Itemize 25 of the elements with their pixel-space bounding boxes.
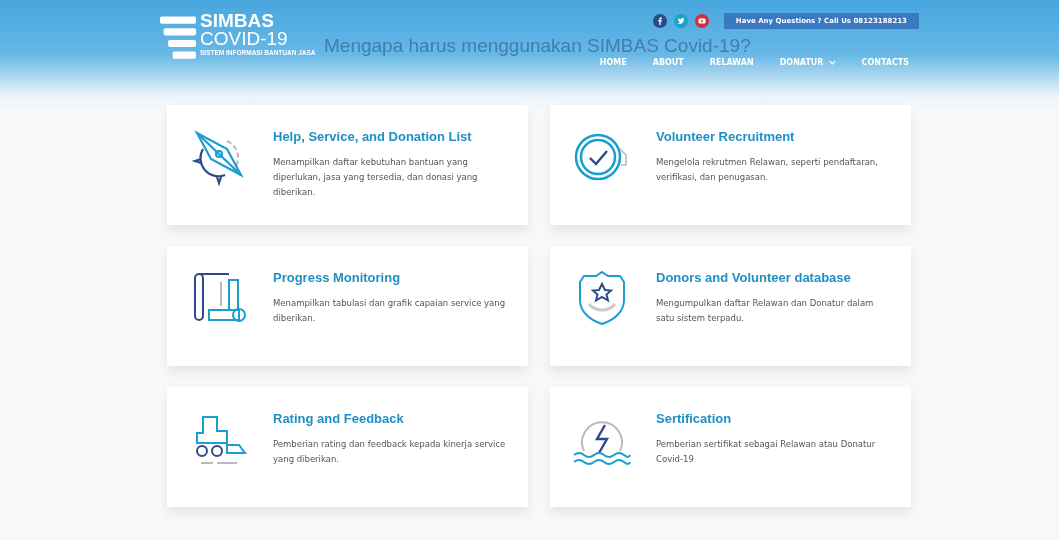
logo-title: SIMBAS	[200, 12, 275, 30]
feature-title: Volunteer Recruitment	[656, 129, 796, 144]
nav-link[interactable]: DONATUR	[779, 58, 836, 67]
nav-link[interactable]: CONTACTS	[861, 58, 909, 67]
feature-description: Pemberian rating dan feedback kepada kinerja service yang diberikan.	[273, 438, 507, 466]
feature-description: Pemberian sertifikat sebagai Relawan atau Donatur Covid-19	[656, 438, 877, 466]
feature-title: Help, Service, and Donation List	[273, 129, 473, 144]
feature-description: Menampilkan daftar kebutuhan bantuan yang diperlukan, jasa yang tersedia, dan donasi yang diberikan.	[273, 156, 479, 199]
stripes-icon	[160, 16, 196, 62]
youtube-icon[interactable]	[694, 14, 709, 28]
feature-title: Sertification	[656, 411, 733, 426]
nav-link[interactable]: HOME	[599, 58, 627, 67]
facebook-icon[interactable]	[652, 14, 667, 28]
feature-title: Rating and Feedback	[273, 411, 405, 426]
feature-description: Menampilkan tabulasi dan grafik capaian service yang diberikan.	[273, 297, 507, 325]
feature-description: Mengumpulkan daftar Relawan dan Donatur dalam satu sistem terpadu.	[656, 297, 875, 325]
feature-title: Progress Monitoring	[273, 270, 402, 285]
feature-title: Donors and Volunteer database	[656, 270, 852, 285]
logo-subtitle: COVID-19	[200, 30, 289, 48]
feature-description: Mengelola rekrutmen Relawan, seperti pendaftaran, verifikasi, dan penugasan.	[656, 156, 879, 184]
nav-link[interactable]: RELAWAN	[709, 58, 754, 67]
nav-link[interactable]: ABOUT	[652, 58, 684, 67]
twitter-icon[interactable]	[673, 14, 688, 28]
chevron-down-icon	[828, 60, 836, 65]
section-heading: Mengapa harus menggunakan SIMBAS Covid-19?	[324, 36, 752, 56]
